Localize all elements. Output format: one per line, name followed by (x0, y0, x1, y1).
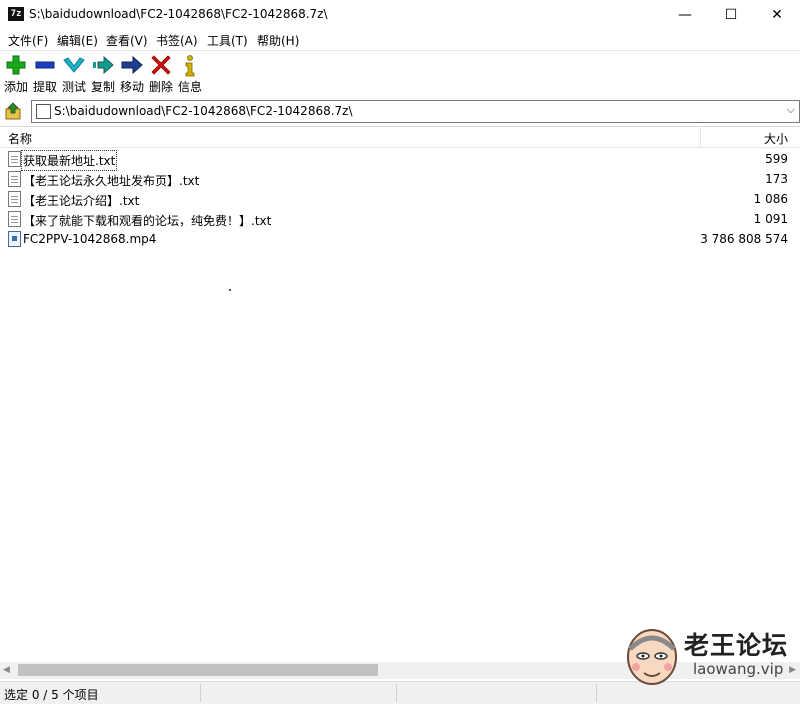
list-item[interactable]: 【老王论坛介绍】.txt 1 086 (0, 189, 800, 209)
text-file-icon (8, 211, 21, 227)
file-list[interactable]: 名称 大小 获取最新地址.txt 599 【老王论坛永久地址发布页】.txt 1… (0, 126, 800, 679)
title-bar: 7z S:\baidudownload\FC2-1042868\FC2-1042… (0, 0, 800, 30)
column-header: 名称 大小 (0, 127, 800, 148)
column-divider[interactable] (700, 127, 701, 147)
menu-help[interactable]: 帮助(H) (257, 32, 299, 49)
scroll-left-icon[interactable]: ◀ (3, 665, 10, 675)
stray-pixel (229, 289, 231, 291)
menu-file[interactable]: 文件(F) (8, 32, 48, 49)
menu-view[interactable]: 查看(V) (106, 32, 148, 49)
status-divider (596, 684, 597, 702)
menu-tools[interactable]: 工具(T) (207, 32, 248, 49)
status-divider (200, 684, 201, 702)
plus-icon (6, 55, 26, 75)
move-arrow-icon (121, 55, 143, 75)
text-file-icon (8, 191, 21, 207)
info-label: 信息 (177, 80, 202, 94)
file-name: 【老王论坛永久地址发布页】.txt (23, 174, 200, 188)
video-file-icon (8, 231, 21, 247)
archive-icon (36, 104, 51, 119)
minus-icon (35, 61, 55, 69)
menu-bookmarks[interactable]: 书签(A) (156, 32, 198, 49)
up-folder-icon (5, 102, 21, 120)
minimize-button[interactable]: — (662, 0, 708, 30)
text-file-icon (8, 171, 21, 187)
file-size: 1 091 (753, 212, 788, 226)
file-name: FC2PPV-1042868.mp4 (23, 232, 157, 246)
list-item[interactable]: 获取最新地址.txt 599 (0, 149, 800, 171)
delete-x-icon (151, 55, 171, 75)
watermark: 老王论坛 laowang.vip (618, 620, 798, 690)
menu-bar: 文件(F) 编辑(E) 查看(V) 书签(A) 工具(T) 帮助(H) (0, 30, 800, 50)
scrollbar-thumb[interactable] (18, 664, 378, 676)
file-size: 1 086 (753, 192, 788, 206)
watermark-title: 老王论坛 (684, 631, 789, 660)
address-dropdown-icon[interactable]: ⌵ (787, 103, 795, 117)
old-man-face-icon (627, 629, 677, 685)
file-name: 【老王论坛介绍】.txt (23, 194, 140, 208)
file-size: 3 786 808 574 (700, 232, 788, 246)
info-icon (185, 55, 195, 77)
text-file-icon (8, 151, 21, 167)
menu-edit[interactable]: 编辑(E) (57, 32, 98, 49)
address-path: S:\baidudownload\FC2-1042868\FC2-1042868… (54, 104, 353, 118)
address-bar: S:\baidudownload\FC2-1042868\FC2-1042868… (0, 99, 800, 123)
status-divider (396, 684, 397, 702)
column-name-header[interactable]: 名称 (8, 130, 32, 147)
check-icon (63, 57, 85, 73)
toolbar: 添加 提取 测试 复制 移动 删除 信息 (0, 50, 800, 97)
close-button[interactable]: ✕ (754, 0, 800, 30)
address-input[interactable]: S:\baidudownload\FC2-1042868\FC2-1042868… (31, 100, 800, 123)
file-name: 获取最新地址.txt (20, 150, 118, 171)
info-button[interactable]: 信息 (175, 53, 205, 95)
app-icon[interactable]: 7z (8, 7, 24, 21)
up-folder-button[interactable] (4, 101, 24, 121)
file-size: 599 (765, 152, 788, 166)
file-size: 173 (765, 172, 788, 186)
watermark-url: laowang.vip (693, 660, 784, 678)
list-item[interactable]: 【来了就能下载和观看的论坛，纯免费！】.txt 1 091 (0, 209, 800, 229)
selection-status: 选定 0 / 5 个项目 (4, 688, 99, 702)
copy-arrow-icon (93, 55, 114, 75)
list-item[interactable]: FC2PPV-1042868.mp4 3 786 808 574 (0, 229, 800, 249)
column-size-header[interactable]: 大小 (764, 130, 788, 147)
file-name: 【来了就能下载和观看的论坛，纯免费！】.txt (23, 214, 272, 228)
list-item[interactable]: 【老王论坛永久地址发布页】.txt 173 (0, 169, 800, 189)
window-title: S:\baidudownload\FC2-1042868\FC2-1042868… (29, 7, 328, 21)
maximize-button[interactable]: ☐ (708, 0, 754, 30)
